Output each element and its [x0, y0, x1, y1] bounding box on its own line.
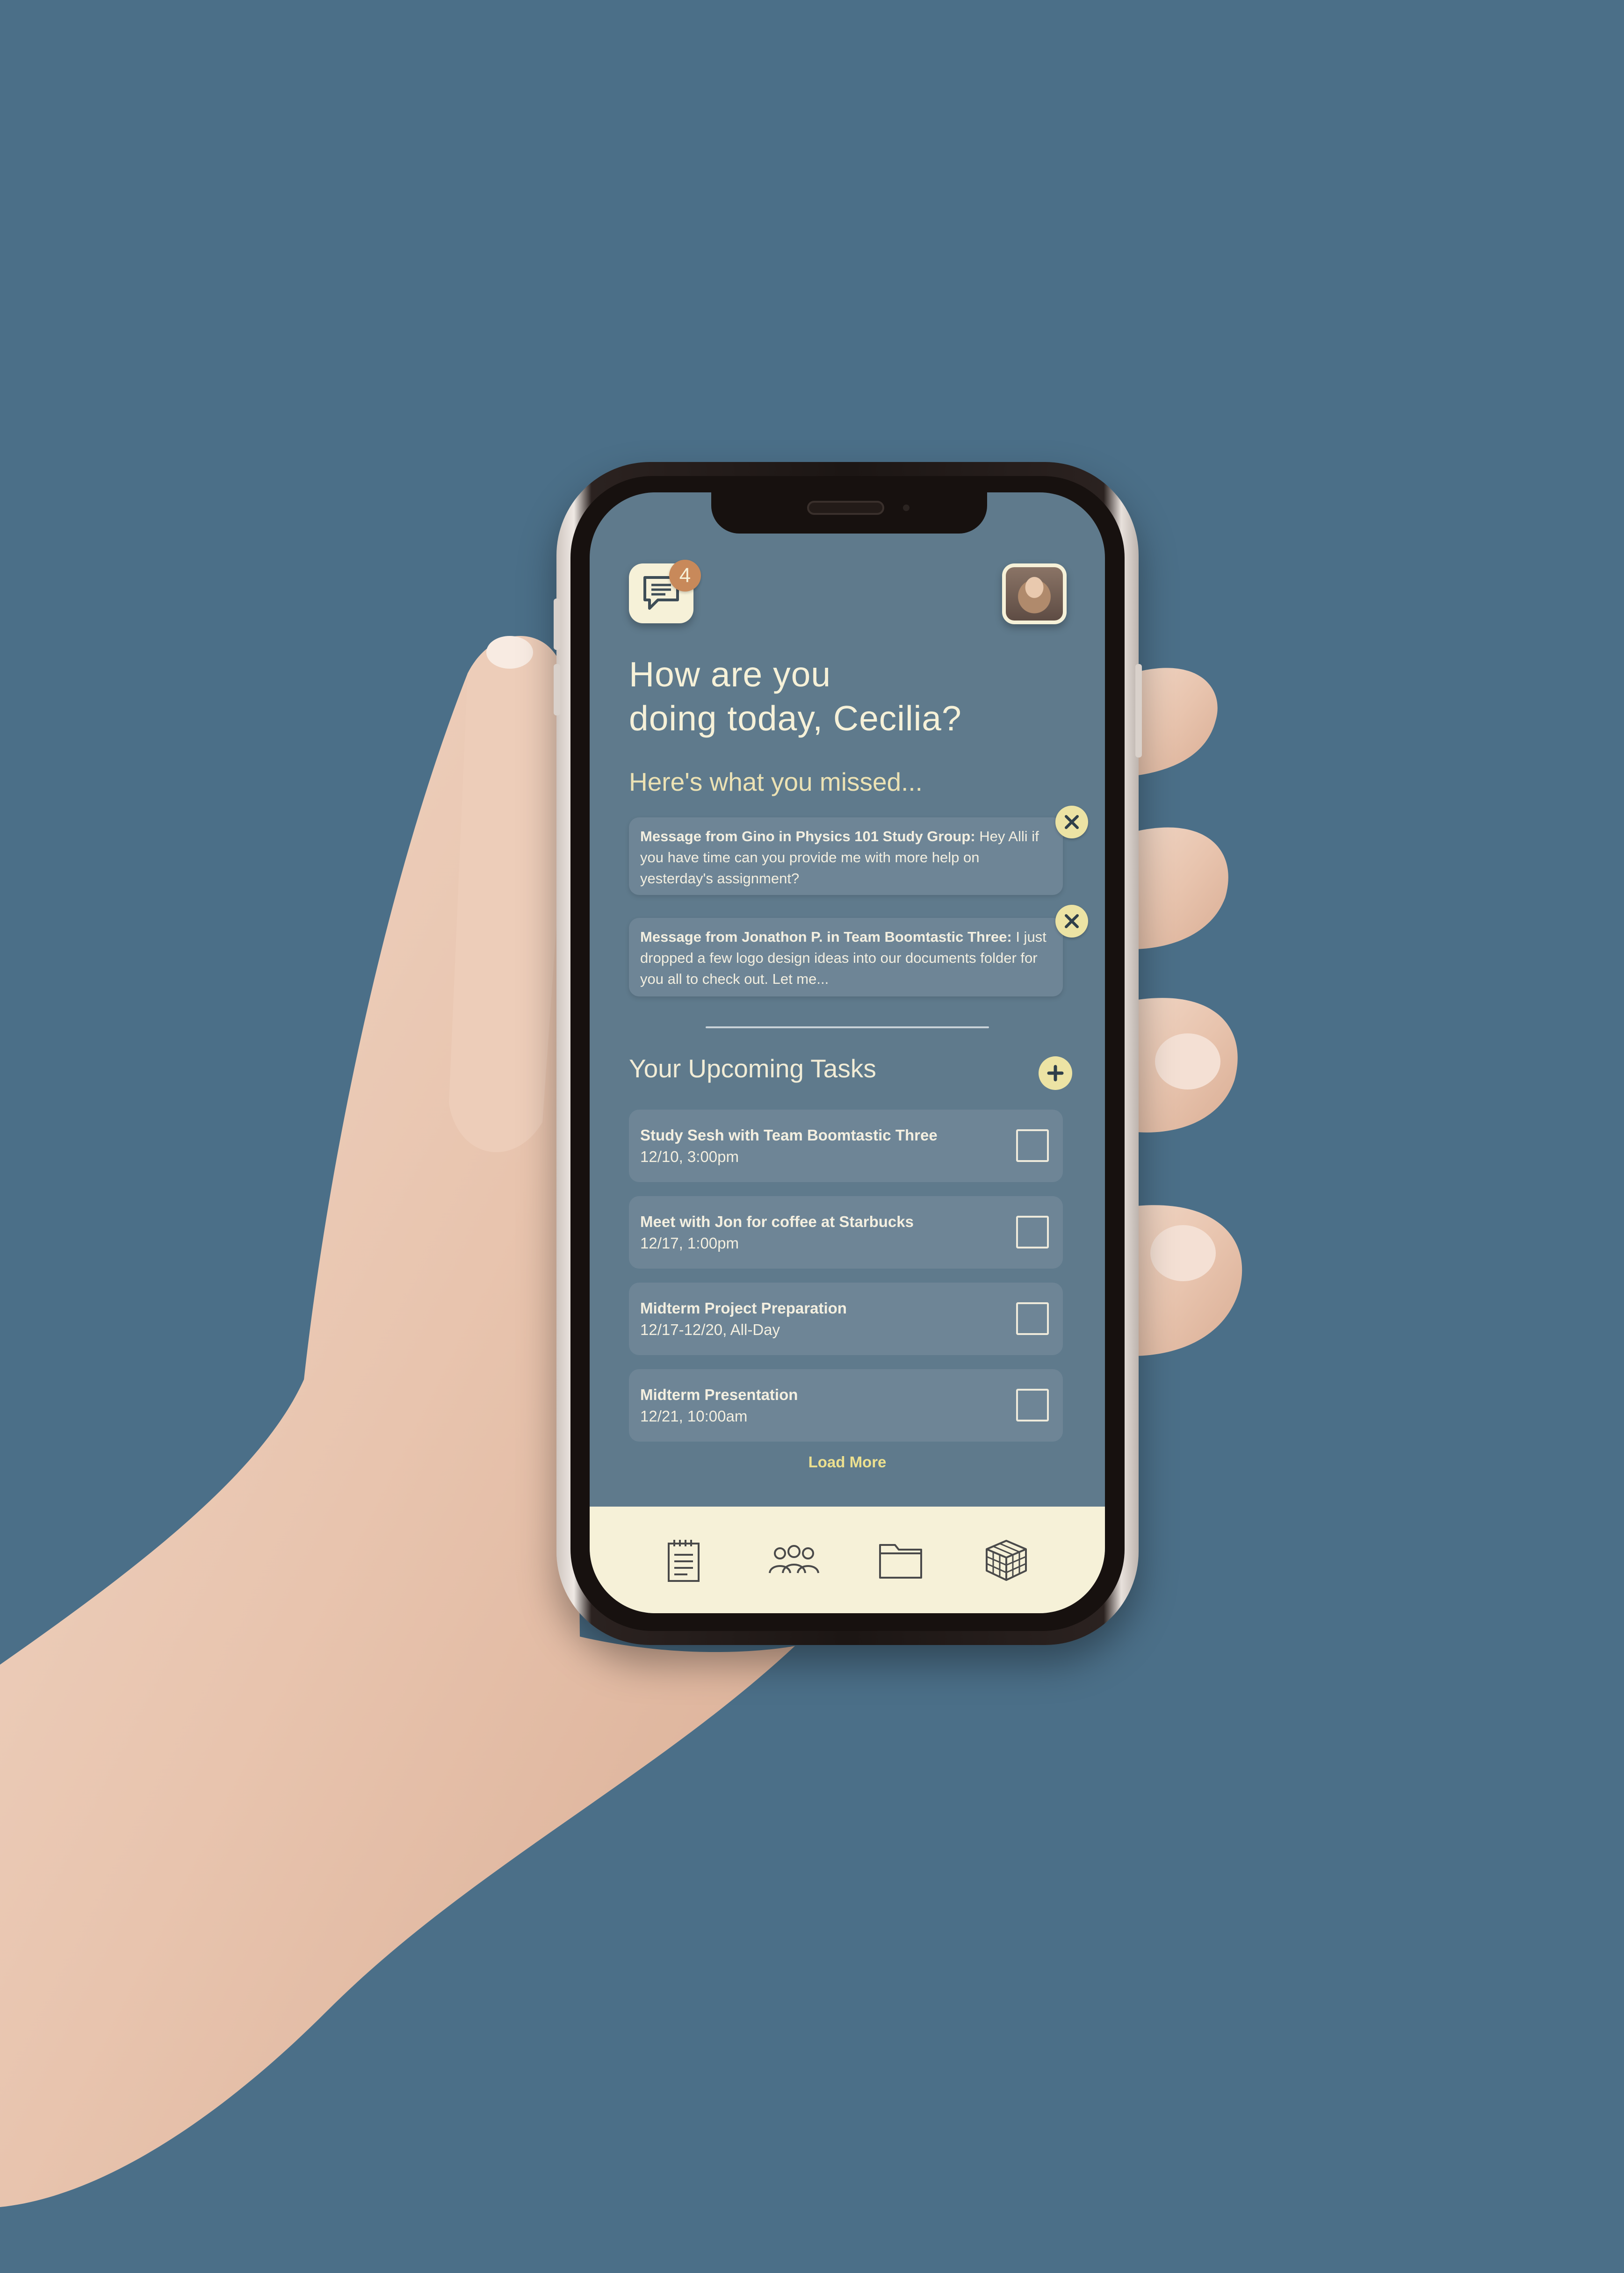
message-card[interactable]: Message from Jonathon P. in Team Boomtas… [629, 918, 1063, 996]
task-title: Midterm Presentation [640, 1386, 798, 1403]
plus-icon [1047, 1065, 1064, 1082]
greeting-line-1: How are you [629, 655, 831, 694]
task-date: 12/17-12/20, All-Day [640, 1321, 780, 1338]
folder-icon [879, 1544, 922, 1579]
task-date: 12/17, 1:00pm [640, 1234, 739, 1252]
load-more-button[interactable]: Load More [590, 1453, 1105, 1471]
phone-notch [711, 492, 987, 534]
task-item[interactable]: Meet with Jon for coffee at Starbucks 12… [629, 1196, 1063, 1269]
profile-avatar-button[interactable] [1002, 563, 1067, 624]
task-item[interactable]: Midterm Presentation 12/21, 10:00am [629, 1369, 1063, 1442]
nav-item-notes[interactable] [658, 1535, 709, 1586]
nav-item-files[interactable] [875, 1535, 926, 1586]
volume-up-button [554, 599, 560, 650]
task-title: Meet with Jon for coffee at Starbucks [640, 1213, 914, 1230]
message-sender: Message from Gino in Physics 101 Study G… [640, 828, 975, 844]
cube-icon [986, 1540, 1027, 1581]
task-checkbox[interactable] [1016, 1302, 1049, 1335]
dismiss-message-button[interactable] [1055, 905, 1088, 938]
message-card[interactable]: Message from Gino in Physics 101 Study G… [629, 817, 1063, 895]
message-sender: Message from Jonathon P. in Team Boomtas… [640, 929, 1012, 945]
section-divider [706, 1026, 989, 1028]
power-button [1135, 664, 1142, 758]
task-date: 12/10, 3:00pm [640, 1148, 739, 1165]
close-icon [1065, 815, 1079, 829]
task-item[interactable]: Midterm Project Preparation 12/17-12/20,… [629, 1283, 1063, 1355]
missed-heading: Here's what you missed... [629, 767, 923, 796]
task-title: Study Sesh with Team Boomtastic Three [640, 1126, 938, 1144]
greeting-line-2: doing today, Cecilia? [629, 699, 962, 738]
unread-badge: 4 [669, 560, 701, 592]
task-checkbox[interactable] [1016, 1216, 1049, 1248]
tasks-heading: Your Upcoming Tasks [629, 1054, 876, 1083]
task-title: Midterm Project Preparation [640, 1299, 847, 1317]
task-date: 12/21, 10:00am [640, 1407, 748, 1425]
close-icon [1065, 914, 1079, 928]
bottom-nav [590, 1507, 1105, 1613]
group-icon [769, 1545, 819, 1573]
page-title: How are you doing today, Cecilia? [629, 652, 1050, 740]
task-checkbox[interactable] [1016, 1389, 1049, 1422]
avatar [1006, 567, 1063, 621]
nav-item-games[interactable] [981, 1535, 1032, 1586]
notepad-icon [668, 1540, 700, 1582]
add-task-button[interactable] [1039, 1056, 1072, 1090]
task-item[interactable]: Study Sesh with Team Boomtastic Three 12… [629, 1110, 1063, 1182]
dismiss-message-button[interactable] [1055, 806, 1088, 838]
task-checkbox[interactable] [1016, 1129, 1049, 1162]
nav-item-groups[interactable] [764, 1535, 824, 1586]
volume-down-button [554, 664, 560, 715]
app-screen: 4 How are you doing today, Cecilia? Here… [590, 492, 1105, 1613]
